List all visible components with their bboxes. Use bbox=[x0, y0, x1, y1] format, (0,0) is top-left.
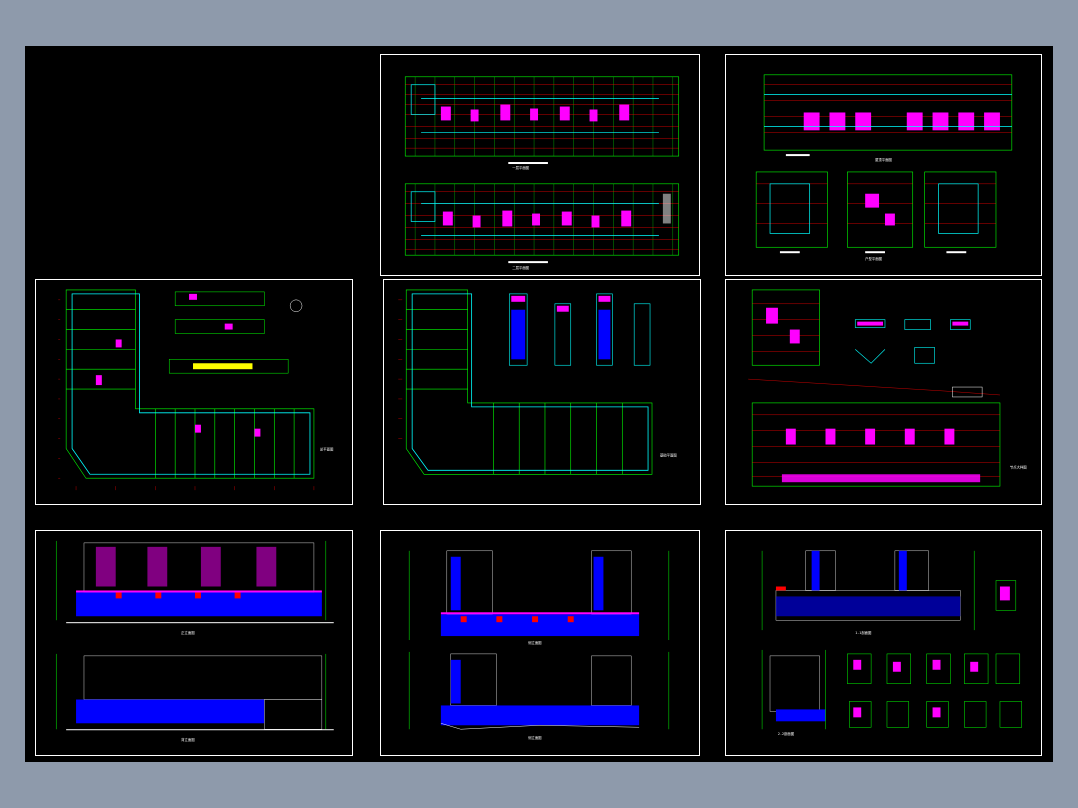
sheet-6-label-a: 正立面图 bbox=[181, 630, 195, 635]
sheet-unit-plans[interactable]: 屋顶平面图 户型平面图 bbox=[725, 54, 1042, 276]
sheet-8-label-a: 1-1剖面图 bbox=[855, 630, 872, 635]
sheet-6-label-b: 背立面图 bbox=[181, 737, 195, 742]
sheet-sections[interactable]: 1-1剖面图 2-2剖面图 bbox=[725, 530, 1042, 756]
sheet-1-label-a: 一层平面图 bbox=[512, 165, 529, 170]
unit-plans-drawing: 屋顶平面图 户型平面图 bbox=[755, 74, 1013, 261]
sheet-4-label-a: 基础平面图 bbox=[660, 452, 677, 457]
sheet-8-label-b: 2-2剖面图 bbox=[778, 731, 795, 736]
sheet-5-label-a: 节点大样图 bbox=[1010, 464, 1027, 469]
l-plan-drawing: 总平面图 bbox=[58, 289, 334, 491]
sheet-l-plan[interactable]: 总平面图 bbox=[35, 279, 353, 505]
sheet-1-label-b: 二层平面图 bbox=[512, 265, 529, 270]
tower-elevations-drawing: 侧立面图 侧立面图 bbox=[408, 550, 670, 740]
sheet-floor-plans[interactable]: 一层平面图 二层平面图 bbox=[380, 54, 700, 276]
sheet-plan-details[interactable]: 节点大样图 bbox=[725, 279, 1042, 505]
floor-plans-drawing: 一层平面图 二层平面图 bbox=[404, 76, 680, 270]
plan-details-drawing: 节点大样图 bbox=[748, 289, 1027, 487]
sheet-7-label-a: 侧立面图 bbox=[528, 640, 542, 645]
sheet-2-label-b: 户型平面图 bbox=[865, 256, 882, 261]
drawing-viewport[interactable]: 一层平面图 二层平面图 屋顶平面图 户型平面图 总平面图 基础平面图 节点大样图… bbox=[25, 46, 1053, 762]
sheet-l-plan-sections[interactable]: 基础平面图 bbox=[383, 279, 701, 505]
sheet-2-label-a: 屋顶平面图 bbox=[875, 157, 892, 162]
sheet-elevations[interactable]: 正立面图 背立面图 bbox=[35, 530, 353, 756]
sheet-3-label-a: 总平面图 bbox=[320, 446, 334, 451]
l-plan-sections-drawing: 基础平面图 bbox=[398, 289, 677, 475]
elevations-drawing: 正立面图 背立面图 bbox=[55, 540, 334, 742]
sheet-7-label-b: 侧立面图 bbox=[528, 735, 542, 740]
sheet-tower-elevations[interactable]: 侧立面图 侧立面图 bbox=[380, 530, 700, 756]
sections-drawing: 1-1剖面图 2-2剖面图 bbox=[761, 550, 1023, 736]
